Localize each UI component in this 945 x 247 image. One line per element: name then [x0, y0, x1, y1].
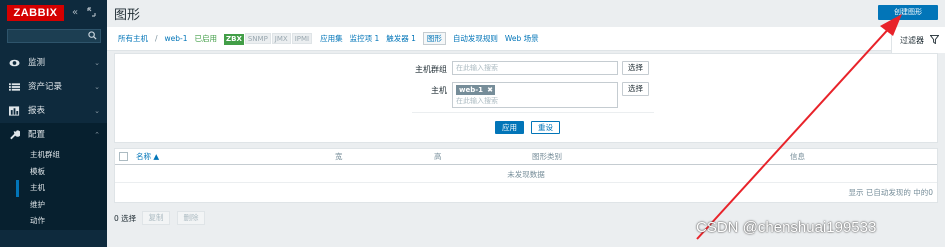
filter-divider: [412, 112, 654, 113]
submenu-item-hosts[interactable]: 主机: [0, 180, 107, 197]
filter-tab[interactable]: 过滤器: [891, 27, 945, 53]
collapse-sidebar-icon[interactable]: «: [72, 7, 78, 19]
snmp-availability-badge: SNMP: [244, 33, 271, 44]
search-input[interactable]: [7, 29, 101, 43]
filter-icon: [930, 35, 939, 44]
logo-row: ZABBIX «: [7, 5, 102, 21]
create-graph-button[interactable]: 创建图形: [878, 5, 938, 20]
column-info: 信息: [790, 152, 805, 161]
apply-button[interactable]: 应用: [495, 121, 524, 134]
reset-button[interactable]: 重设: [531, 121, 560, 134]
list-icon: [9, 83, 20, 91]
table-footer: 显示 已自动发现的 中的0: [848, 188, 933, 197]
menu-label: 报表: [28, 106, 46, 116]
all-hosts-link[interactable]: 所有主机: [118, 34, 148, 43]
breadcrumb-separator: /: [155, 34, 158, 43]
host-group-label: 主机群组: [415, 65, 447, 74]
menu-item-reports[interactable]: 报表 ⌄: [0, 99, 107, 123]
menu-item-inventory[interactable]: 资产记录 ⌄: [0, 75, 107, 99]
host-link[interactable]: web-1: [165, 34, 188, 43]
menu-item-monitoring[interactable]: 监测 ⌄: [0, 51, 107, 75]
status-enabled[interactable]: 已启用: [195, 34, 218, 43]
delete-button[interactable]: 删除: [177, 211, 205, 225]
submenu-item-actions[interactable]: 动作: [0, 213, 107, 230]
column-name[interactable]: 名称 ▲: [136, 149, 159, 165]
menu-label: 配置: [28, 130, 46, 140]
host-label: 主机: [431, 86, 447, 95]
menu-item-configuration[interactable]: 配置 ⌃: [0, 123, 107, 147]
search-icon[interactable]: [88, 31, 97, 40]
host-group-select-button[interactable]: 选择: [622, 61, 649, 75]
remove-chip-icon[interactable]: ✖: [487, 85, 493, 95]
host-chip-label: web-1: [459, 86, 484, 94]
page-title: 图形: [114, 8, 141, 23]
kiosk-mode-icon[interactable]: [87, 7, 96, 21]
host-nav-strip: 所有主机 / web-1 已启用 ZBX SNMP JMX IPMI 应用集 监控项 1 触发器 1…: [107, 27, 945, 51]
graphs-table: 名称 ▲ 宽 高 图形类别 信息 未发现数据 显示 已自动发现的 中的0: [114, 148, 938, 203]
column-height: 高: [434, 152, 442, 161]
applications-link[interactable]: 应用集: [320, 34, 343, 43]
empty-state: 未发现数据: [115, 166, 937, 183]
chevron-down-icon: ⌄: [94, 107, 100, 115]
zabbix-logo[interactable]: ZABBIX: [7, 5, 64, 21]
ipmi-availability-badge: IPMI: [291, 33, 313, 44]
wrench-icon: [10, 130, 20, 140]
menu-label: 资产记录: [28, 82, 63, 92]
watermark: CSDN @chenshuai199533: [696, 219, 877, 236]
host-multiselect[interactable]: web-1 ✖ 在此输入搜索: [452, 82, 618, 108]
chevron-down-icon: ⌄: [94, 83, 100, 91]
main-content: 图形 创建图形 所有主机 / web-1 已启用 ZBX SNMP JMX IPMI 应用集 监控…: [107, 0, 945, 247]
configuration-submenu: 主机群组 模板 主机 维护 动作: [0, 147, 107, 230]
filter-panel: 主机群组 在此输入搜索 选择 主机 web-1 ✖ 在此输入搜索 选择 应用 重设: [114, 53, 938, 143]
triggers-link[interactable]: 触发器 1: [386, 34, 416, 43]
graphs-tab[interactable]: 图形: [422, 32, 446, 45]
eye-icon: [9, 59, 20, 67]
host-group-input[interactable]: 在此输入搜索: [452, 61, 618, 75]
sidebar: ZABBIX « 监测 ⌄ 资产记录 ⌄ 报表 ⌄ 配置 ⌃ 主机群组 模板 主…: [0, 0, 107, 247]
chevron-down-icon: ⌄: [94, 59, 100, 67]
menu-label: 监测: [28, 58, 46, 68]
bar-chart-icon: [9, 106, 20, 116]
host-chip[interactable]: web-1 ✖: [456, 85, 496, 95]
column-width: 宽: [335, 152, 343, 161]
chevron-up-icon: ⌃: [94, 131, 100, 139]
table-header: 名称 ▲ 宽 高 图形类别 信息: [115, 149, 937, 165]
jmx-availability-badge: JMX: [271, 33, 291, 44]
host-select-button[interactable]: 选择: [622, 82, 649, 96]
main-menu: 监测 ⌄ 资产记录 ⌄ 报表 ⌄ 配置 ⌃ 主机群组 模板 主机 维护 动作: [0, 51, 107, 230]
submenu-item-templates[interactable]: 模板: [0, 164, 107, 181]
host-input-placeholder: 在此输入搜索: [456, 97, 498, 105]
column-graph-type: 图形类别: [532, 152, 562, 161]
submenu-item-host-groups[interactable]: 主机群组: [0, 147, 107, 164]
discovery-rules-link[interactable]: 自动发现规则: [453, 34, 498, 43]
select-all-checkbox[interactable]: [119, 152, 128, 161]
items-link[interactable]: 监控项 1: [350, 34, 380, 43]
breadcrumb: 所有主机 / web-1 已启用 ZBX SNMP JMX IPMI 应用集 监控项 1 触发器 1…: [118, 27, 546, 51]
zbx-availability-badge: ZBX: [224, 34, 244, 45]
selected-count: 0 选择: [114, 214, 137, 223]
copy-button[interactable]: 复制: [142, 211, 170, 225]
web-scenarios-link[interactable]: Web 场景: [505, 34, 539, 43]
submenu-item-maintenance[interactable]: 维护: [0, 197, 107, 214]
filter-tab-label: 过滤器: [900, 36, 924, 45]
